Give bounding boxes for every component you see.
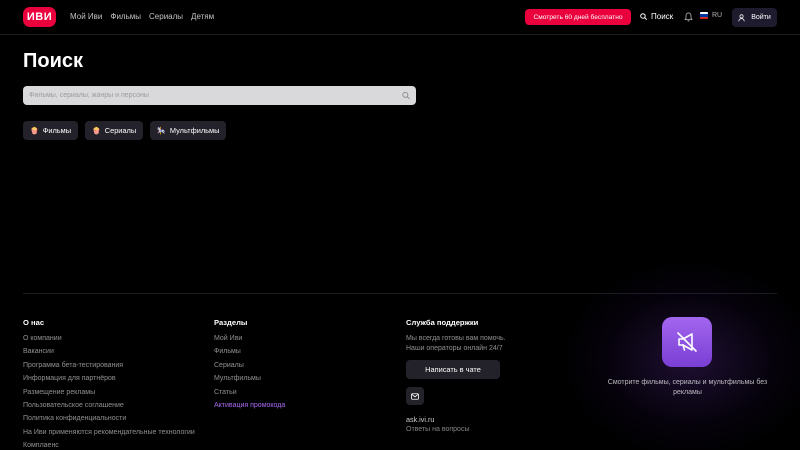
- footer-link[interactable]: Мой Иви: [214, 334, 285, 347]
- support-description: Мы всегда готовы вам помочь. Наши операт…: [406, 334, 506, 354]
- user-icon: [738, 13, 745, 21]
- support-site-caption: Ответы на вопросы: [406, 426, 470, 433]
- search-icon: [640, 13, 647, 20]
- main-nav: Мой Иви Фильмы Сериалы Детям: [70, 12, 214, 21]
- language-switcher[interactable]: RU: [700, 12, 722, 19]
- category-chips: 🍿 Фильмы 🍿 Сериалы 🎠 Мультфильмы: [23, 121, 227, 140]
- bell-icon[interactable]: [684, 12, 693, 22]
- footer-about-column: О нас О компании Вакансии Программа бета…: [23, 318, 195, 450]
- login-label: Войти: [751, 14, 771, 21]
- footer-link[interactable]: Мультфильмы: [214, 374, 285, 387]
- header-divider: [0, 34, 800, 35]
- footer-sections-column: Разделы Мой Иви Фильмы Сериалы Мультфиль…: [214, 318, 285, 414]
- nav-item-kids[interactable]: Детям: [191, 12, 214, 21]
- search-input[interactable]: [29, 88, 399, 103]
- page-title: Поиск: [23, 50, 84, 72]
- email-button[interactable]: [406, 387, 424, 405]
- chat-button[interactable]: Написать в чате: [406, 360, 500, 379]
- search-link[interactable]: Поиск: [640, 12, 673, 21]
- no-ads-icon: [677, 332, 697, 352]
- promo-badge[interactable]: [662, 317, 712, 367]
- promo-text: Смотрите фильмы, сериалы и мультфильмы б…: [607, 379, 768, 396]
- footer-link[interactable]: Комплаенс: [23, 441, 195, 450]
- search-link-label: Поиск: [651, 12, 674, 21]
- footer-link[interactable]: О компании: [23, 334, 195, 347]
- footer-link[interactable]: Политика конфиденциальности: [23, 414, 195, 427]
- mail-icon: [411, 392, 419, 400]
- popcorn-icon: 🍿: [30, 127, 39, 135]
- nav-item-my-ivi[interactable]: Мой Иви: [70, 12, 102, 21]
- footer-support-column: Служба поддержки Мы всегда готовы вам по…: [406, 318, 506, 435]
- ivi-logo[interactable]: ИВИ: [23, 7, 56, 27]
- chip-series[interactable]: 🍿 Сериалы: [85, 121, 144, 140]
- login-button[interactable]: Войти: [732, 8, 777, 27]
- language-label: RU: [712, 12, 723, 19]
- free-trial-button[interactable]: Смотреть 60 дней бесплатно: [525, 9, 631, 25]
- chip-label: Фильмы: [42, 126, 72, 135]
- ru-flag-icon: [700, 12, 708, 19]
- footer-sections-heading: Разделы: [214, 318, 248, 327]
- nav-item-series[interactable]: Сериалы: [149, 12, 183, 21]
- nav-item-movies[interactable]: Фильмы: [110, 12, 141, 21]
- footer-link[interactable]: Фильмы: [214, 347, 285, 360]
- chip-cartoons[interactable]: 🎠 Мультфильмы: [150, 121, 227, 140]
- support-line: Наши операторы онлайн 24/7: [406, 345, 503, 352]
- support-site-link[interactable]: ask.ivi.ru: [406, 415, 506, 425]
- footer-link[interactable]: Вакансии: [23, 347, 195, 360]
- support-line: Мы всегда готовы вам помочь.: [406, 335, 506, 342]
- top-header: ИВИ Мой Иви Фильмы Сериалы Детям Смотрет…: [0, 0, 800, 34]
- carousel-icon: 🎠: [157, 127, 166, 135]
- search-icon[interactable]: [402, 91, 410, 100]
- footer-about-heading: О нас: [23, 318, 45, 327]
- footer-link[interactable]: Информация для партнёров: [23, 374, 195, 387]
- popcorn-icon: 🍿: [92, 127, 101, 135]
- footer-support-heading: Служба поддержки: [406, 318, 479, 327]
- footer-link[interactable]: Сериалы: [214, 361, 285, 374]
- promo-code-link[interactable]: Активация промокода: [214, 401, 285, 414]
- chip-label: Мультфильмы: [169, 126, 220, 135]
- footer-link[interactable]: Пользовательское соглашение: [23, 401, 195, 414]
- search-box: [23, 86, 416, 105]
- footer-link[interactable]: Статьи: [214, 388, 285, 401]
- footer-link[interactable]: На Иви применяются рекомендательные техн…: [23, 428, 195, 441]
- chip-label: Сериалы: [104, 126, 137, 135]
- footer-link[interactable]: Размещение рекламы: [23, 388, 195, 401]
- footer-link[interactable]: Программа бета-тестирования: [23, 361, 195, 374]
- chip-movies[interactable]: 🍿 Фильмы: [23, 121, 79, 140]
